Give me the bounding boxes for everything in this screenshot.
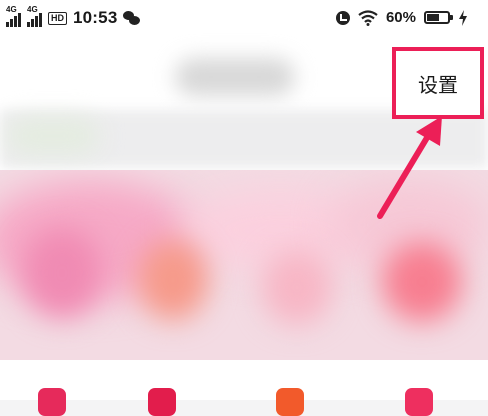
app-shortcut-icon-3[interactable] bbox=[276, 388, 304, 416]
pointer-arrow-icon bbox=[377, 116, 442, 219]
app-shortcut-icon-2[interactable] bbox=[148, 388, 176, 416]
status-bar: 4G 4G HD 10:53 60% bbox=[0, 0, 488, 40]
status-bar-left: 4G 4G HD 10:53 bbox=[6, 5, 141, 28]
blurred-avatar-area bbox=[175, 58, 295, 96]
sim1-signal-icon: 4G bbox=[6, 5, 21, 27]
blurred-search-accent bbox=[8, 118, 98, 154]
alarm-icon bbox=[335, 10, 350, 25]
status-bar-right: 60% bbox=[335, 9, 468, 26]
app-shortcut-icon-1[interactable] bbox=[38, 388, 66, 416]
blurred-shortcut-2[interactable] bbox=[138, 240, 208, 320]
status-time: 10:53 bbox=[73, 8, 118, 27]
hd-icon: HD bbox=[48, 11, 67, 25]
sim2-signal-icon: 4G bbox=[27, 5, 42, 27]
battery-icon bbox=[424, 11, 453, 24]
battery-level-fill bbox=[427, 14, 439, 21]
settings-button[interactable]: 设置 bbox=[396, 69, 480, 98]
charging-icon bbox=[459, 9, 467, 26]
settings-highlight-box: 设置 bbox=[392, 47, 484, 119]
blurred-shortcut-3[interactable] bbox=[262, 250, 332, 325]
wechat-icon bbox=[123, 11, 141, 25]
blurred-shortcut-1[interactable] bbox=[22, 228, 102, 318]
blurred-shortcut-4[interactable] bbox=[382, 242, 462, 322]
battery-percent: 60% bbox=[385, 9, 416, 26]
sim1-network-type: 4G bbox=[6, 5, 17, 14]
app-shortcut-icon-4[interactable] bbox=[405, 388, 433, 416]
wifi-icon bbox=[358, 9, 378, 26]
sim2-network-type: 4G bbox=[27, 5, 38, 14]
